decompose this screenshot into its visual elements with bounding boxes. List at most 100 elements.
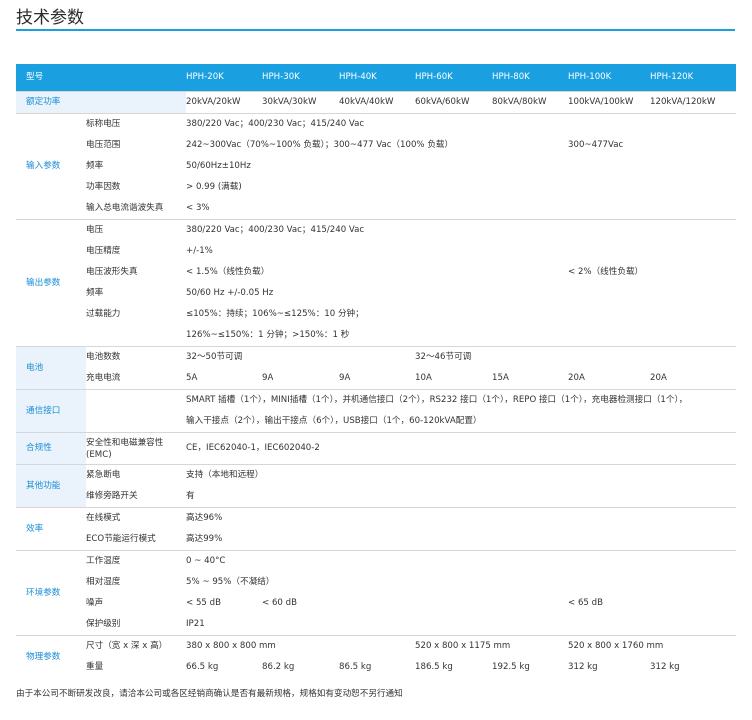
table-cell: 242~300Vac（70%~100% 负载）；300~477 Vac（100%… <box>186 140 454 150</box>
table-cell: 100kVA/100kW <box>568 91 651 114</box>
param-label: 在线模式 <box>86 507 187 529</box>
table-row: 电压波形失真 < 1.5%（线性负载） < 2%（线性负载） <box>16 262 736 283</box>
table-cell: 5A <box>186 373 198 383</box>
table-cell: ≤105%：持续；106%~≤125%：10 分钟； <box>186 309 364 319</box>
param-label: 安全性和电磁兼容性 (EMC) <box>86 432 187 465</box>
param-label: 电压范围 <box>86 140 121 150</box>
table-cell: 支持（本地和远程） <box>186 464 737 486</box>
group-label-compliance: 合规性 <box>16 432 86 465</box>
table-row: 相对湿度 5% ~ 95%（不凝结） <box>16 572 736 593</box>
table-cell: 15A <box>492 373 509 383</box>
model-column-header: HPH-100K <box>568 64 651 92</box>
group-label-rated-power: 额定功率 <box>16 91 187 114</box>
table-cell: 192.5 kg <box>492 662 530 672</box>
title-divider <box>16 29 735 31</box>
table-cell: 126%~≤150%：1 分钟；>150%：1 秒 <box>186 330 350 340</box>
table-row: 过载能力 ≤105%：持续；106%~≤125%：10 分钟； <box>16 304 736 325</box>
model-label: 型号 <box>16 64 187 92</box>
table-cell: 80kVA/80kW <box>492 91 569 114</box>
table-row: ECO节能运行模式 高达99% <box>16 529 736 551</box>
table-cell: < 3% <box>186 203 210 213</box>
param-label: 频率 <box>86 288 104 298</box>
table-cell: 186.5 kg <box>415 662 453 672</box>
group-label-battery: 电池 <box>16 346 86 390</box>
param-label: 工作温度 <box>86 550 187 572</box>
param-label: 频率 <box>86 161 104 171</box>
table-cell: 32～50节可调 <box>186 346 416 368</box>
group-label-other: 其他功能 <box>16 464 86 508</box>
table-cell: 380/220 Vac；400/230 Vac；415/240 Vac <box>186 219 737 241</box>
param-label: 标称电压 <box>86 113 187 135</box>
table-cell: IP21 <box>186 619 205 629</box>
group-label-communication: 通信接口 <box>16 389 86 433</box>
param-label: 电压波形失真 <box>86 267 138 277</box>
param-label: 保护级别 <box>86 619 121 629</box>
table-row: 电压范围 242~300Vac（70%~100% 负载）；300~477 Vac… <box>16 135 736 156</box>
table-cell: 86.2 kg <box>262 662 295 672</box>
table-cell: 50/60 Hz +/-0.05 Hz <box>186 288 274 298</box>
table-cell: 30kVA/30kW <box>262 91 340 114</box>
param-label: 维修旁路开关 <box>86 491 138 501</box>
table-row: 保护级别 IP21 <box>16 614 736 636</box>
param-label: 电压 <box>86 219 187 241</box>
table-cell: 380/220 Vac；400/230 Vac；415/240 Vac <box>186 113 737 135</box>
param-label: 噪声 <box>86 598 104 608</box>
table-cell: 20A <box>650 373 667 383</box>
model-column-header: HPH-80K <box>492 64 569 92</box>
table-row: 其他功能 紧急断电 支持（本地和远程） <box>16 464 737 508</box>
param-label: 紧急断电 <box>86 464 187 486</box>
table-row: 额定功率 20kVA/20kW 30kVA/30kW 40kVA/40kW 60… <box>16 91 737 114</box>
model-column-header: HPH-40K <box>339 64 416 92</box>
param-label: 功率因数 <box>86 182 121 192</box>
param-label: 尺寸（宽 x 深 x 高） <box>86 635 187 657</box>
table-cell: 0 ~ 40°C <box>186 550 737 572</box>
group-label-physical: 物理参数 <box>16 635 86 678</box>
table-row: 环境参数 工作温度 0 ~ 40°C <box>16 550 737 636</box>
table-row: 充电电流 5A 9A 9A 10A 15A 20A 20A <box>16 368 736 390</box>
table-header-row: 型号 HPH-20K HPH-30K HPH-40K HPH-60K HPH-8… <box>16 64 737 92</box>
table-cell: 32～46节可调 <box>415 346 737 368</box>
group-label-output: 输出参数 <box>16 219 86 347</box>
table-cell: 9A <box>339 373 351 383</box>
table-row: 频率 50/60Hz±10Hz <box>16 156 736 177</box>
table-cell: 520 x 800 x 1760 mm <box>568 635 737 657</box>
table-cell: 20kVA/20kW <box>186 91 263 114</box>
table-row: 输出参数 电压 380/220 Vac；400/230 Vac；415/240 … <box>16 219 737 347</box>
model-column-header: HPH-20K <box>186 64 263 92</box>
table-cell: 输入干接点（2个），输出干接点（6个），USB接口（1个，60-120kVA配置… <box>186 416 482 426</box>
table-cell: 50/60Hz±10Hz <box>186 161 251 171</box>
table-cell: 312 kg <box>568 662 598 672</box>
group-label-environment: 环境参数 <box>16 550 86 636</box>
table-row: 频率 50/60 Hz +/-0.05 Hz <box>16 283 736 304</box>
table-cell: < 65 dB <box>568 598 603 608</box>
table-row: 效率 在线模式 高达96% <box>16 507 737 551</box>
table-cell: < 2%（线性负载） <box>568 267 644 277</box>
param-label: 电压精度 <box>86 246 121 256</box>
param-label: ECO节能运行模式 <box>86 534 156 544</box>
table-cell: +/-1% <box>186 246 213 256</box>
table-row: 合规性 安全性和电磁兼容性 (EMC) CE，IEC62040-1，IEC602… <box>16 432 737 465</box>
footnote: 由于本公司不断研发改良，请洽本公司或各区经销商确认是否有最新规格，规格如有变动恕… <box>16 689 403 699</box>
table-cell: 20A <box>568 373 585 383</box>
table-cell: 高达96% <box>186 507 737 529</box>
table-cell: 5% ~ 95%（不凝结） <box>186 577 275 587</box>
param-label: 相对湿度 <box>86 577 121 587</box>
table-cell: CE，IEC62040-1，IEC602040-2 <box>186 432 737 465</box>
table-cell: < 60 dB <box>262 598 297 608</box>
param-label: 电池数数 <box>86 346 187 368</box>
table-cell: SMART 插槽（1个），MINI插槽（1个），并机通信接口（2个），RS232… <box>186 389 737 411</box>
table-cell: 300~477Vac <box>568 140 624 150</box>
group-label-efficiency: 效率 <box>16 507 86 551</box>
param-label: 输入总电流谐波失真 <box>86 203 164 213</box>
table-row: 电池 电池数数 32～50节可调 32～46节可调 <box>16 346 737 390</box>
spec-table: 型号 HPH-20K HPH-30K HPH-40K HPH-60K HPH-8… <box>16 64 737 678</box>
table-cell: > 0.99 (满载) <box>186 182 242 192</box>
table-cell: 60kVA/60kW <box>415 91 493 114</box>
table-cell: 40kVA/40kW <box>339 91 416 114</box>
table-cell: 380 x 800 x 800 mm <box>186 635 416 657</box>
table-cell: 66.5 kg <box>186 662 219 672</box>
table-row: 重量 66.5 kg 86.2 kg 86.5 kg 186.5 kg 192.… <box>16 657 736 678</box>
table-cell: 9A <box>262 373 274 383</box>
table-row: 输入参数 标称电压 380/220 Vac；400/230 Vac；415/24… <box>16 113 737 220</box>
table-cell: 10A <box>415 373 432 383</box>
